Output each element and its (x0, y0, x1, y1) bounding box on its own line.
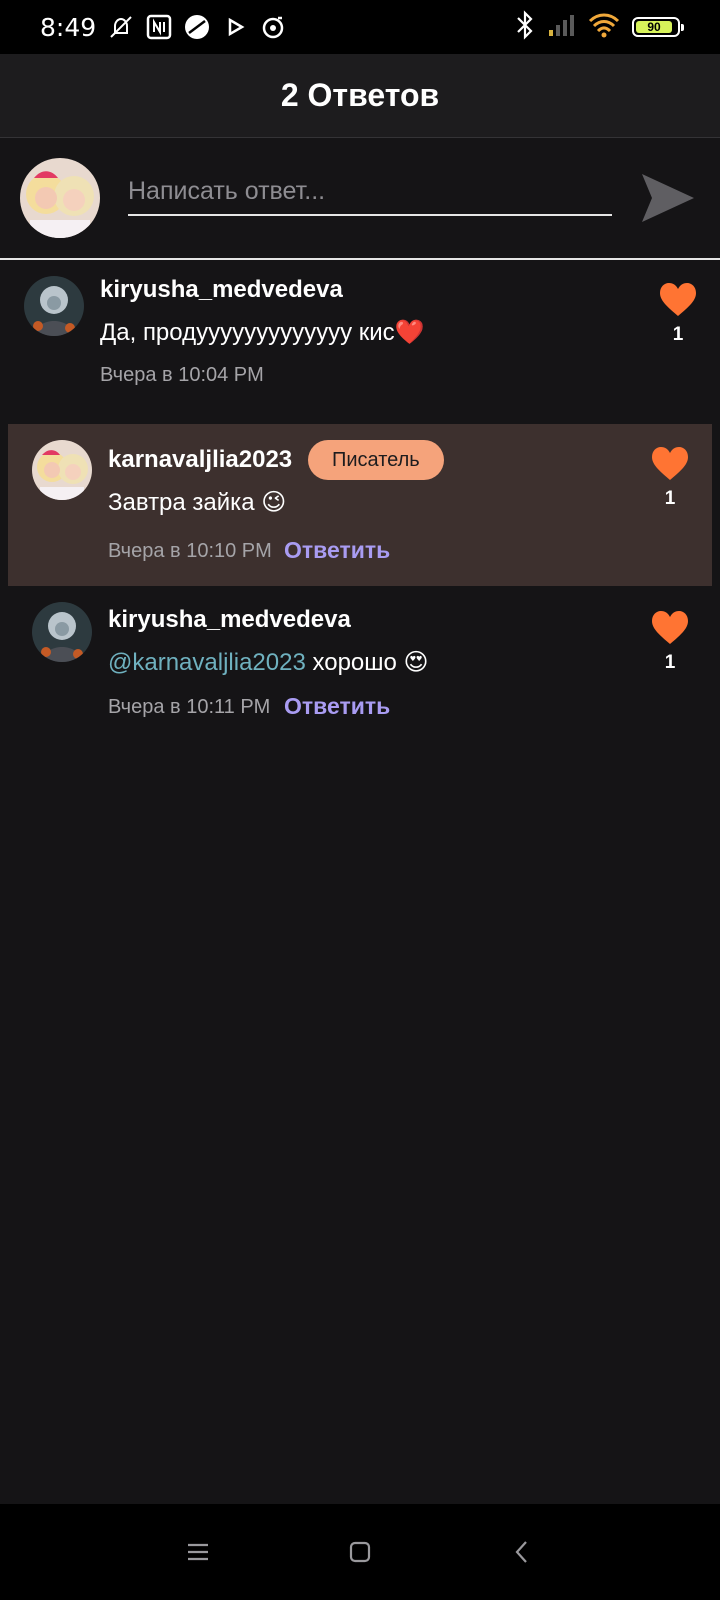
menu-button[interactable] (174, 1528, 222, 1576)
signal-icon (548, 13, 576, 42)
mention-link[interactable]: @karnavaljlia2023 (108, 649, 306, 676)
like-button[interactable] (658, 282, 702, 322)
battery-level: 90 (636, 20, 672, 34)
heart-eyes-emoji: 😍 (403, 649, 429, 676)
send-icon (642, 174, 694, 222)
comment-timestamp: Вчера в 10:11 PM (108, 696, 271, 718)
back-button[interactable] (498, 1528, 546, 1576)
battery-icon: 90 (632, 17, 684, 37)
heart-icon (660, 283, 696, 316)
heart-icon (652, 611, 688, 644)
reply-input[interactable] (128, 168, 612, 216)
comment-username[interactable]: kiryusha_medvedeva (108, 606, 351, 634)
home-icon (349, 1541, 371, 1563)
media-icon (258, 12, 288, 42)
comment-item: kiryusha_medvedeva @karnavaljlia2023 хор… (8, 586, 712, 736)
comment-text: Завтра зайка 😉 (108, 488, 286, 517)
heart-icon (652, 447, 688, 480)
wifi-icon (588, 12, 620, 43)
reply-button[interactable]: Ответить (284, 693, 390, 720)
like-count: 1 (672, 324, 684, 345)
comment-item: kiryusha_medvedeva Да, продууууууууууууу… (8, 260, 712, 420)
comment-text: @karnavaljlia2023 хорошо 😍 (108, 648, 429, 677)
like-button[interactable] (650, 610, 694, 650)
comment-body: хорошо (312, 649, 397, 676)
comment-body: Да, продууууууууууууу кис (100, 319, 395, 346)
home-button[interactable] (336, 1528, 384, 1576)
muted-bell-icon (106, 12, 136, 42)
like-button[interactable] (650, 446, 694, 486)
reply-composer (0, 138, 720, 260)
role-badge: Писатель (308, 440, 444, 480)
heart-emoji: ❤️ (394, 319, 425, 346)
comment-timestamp: Вчера в 10:10 PM (108, 540, 272, 562)
bluetooth-icon (514, 9, 536, 45)
status-right: 90 (514, 9, 684, 45)
reply-button[interactable]: Ответить (284, 537, 390, 564)
page-title: 2 Ответов (280, 77, 440, 113)
comment-item-highlighted: karnavaljlia2023 Писатель Завтра зайка 😉… (8, 424, 712, 586)
comment-timestamp: Вчера в 10:04 PM (100, 364, 264, 386)
header: 2 Ответов (0, 54, 720, 138)
avatar (20, 158, 100, 238)
comment-username[interactable]: karnavaljlia2023 (108, 446, 292, 474)
play-icon (220, 12, 250, 42)
like-count: 1 (664, 488, 676, 509)
like-count: 1 (664, 652, 676, 673)
status-time: 8:49 (40, 12, 97, 42)
comment-username[interactable]: kiryusha_medvedeva (100, 276, 343, 304)
comment-body: Завтра зайка (108, 489, 255, 516)
wink-emoji: 😉 (261, 489, 287, 516)
send-button[interactable] (638, 168, 698, 228)
comment-text: Да, продууууууууууууу кис❤️ (100, 318, 425, 347)
menu-icon (188, 1543, 208, 1561)
back-icon (515, 1541, 527, 1563)
avatar[interactable] (24, 276, 84, 336)
app-icon (182, 12, 212, 42)
avatar[interactable] (32, 602, 92, 662)
nfc-icon (144, 12, 174, 42)
avatar[interactable] (32, 440, 92, 500)
system-nav-bar (0, 1504, 720, 1600)
status-bar: 8:49 90 (0, 0, 720, 54)
